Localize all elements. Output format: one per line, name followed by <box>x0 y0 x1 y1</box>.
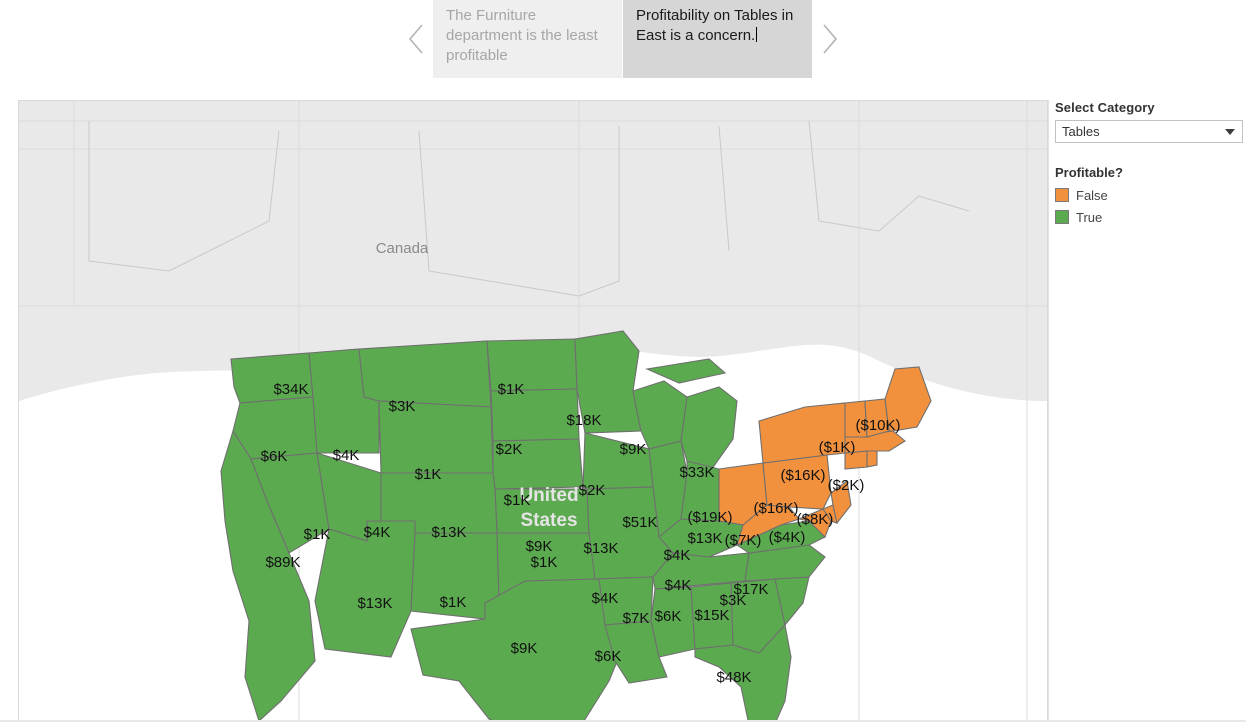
label-michigan: $33K <box>679 464 714 481</box>
story-point-1[interactable]: The Furniture department is the least pr… <box>433 0 623 78</box>
map-canvas: Canada United States $34K $6K $4K $3K $1… <box>19 101 1047 722</box>
label-maine: ($10K) <box>855 417 900 434</box>
story-page: The Furniture department is the least pr… <box>0 0 1246 722</box>
label-south-dakota: $2K <box>496 441 523 458</box>
label-mississippi: $6K <box>655 608 682 625</box>
state-rhode-island <box>866 449 878 468</box>
label-wyoming: $1K <box>415 466 442 483</box>
label-indiana: $13K <box>687 530 722 547</box>
legend-item-true[interactable]: True <box>1055 206 1246 228</box>
label-oklahoma: $1K <box>531 554 558 571</box>
label-north-carolina: $17K <box>733 581 768 598</box>
label-idaho: $4K <box>333 447 360 464</box>
label-oregon: $6K <box>261 448 288 465</box>
label-nebraska: $1K <box>504 492 531 509</box>
label-kansas: $9K <box>526 538 553 555</box>
story-point-2-label: Profitability on Tables in East is a con… <box>636 7 794 44</box>
label-new-mexico: $1K <box>440 594 467 611</box>
label-florida: $48K <box>716 669 751 686</box>
category-dropdown-value: Tables <box>1062 124 1100 139</box>
story-point-2[interactable]: Profitability on Tables in East is a con… <box>623 0 813 78</box>
label-utah: $4K <box>364 524 391 541</box>
text-cursor <box>756 27 758 42</box>
label-tennessee: $4K <box>665 577 692 594</box>
label-alabama: $7K <box>623 610 650 627</box>
label-new-jersey: ($8K) <box>797 511 834 528</box>
label-kentucky: $4K <box>664 547 691 564</box>
label-iowa: $2K <box>579 482 606 499</box>
label-georgia: $15K <box>694 607 729 624</box>
story-next-button[interactable] <box>813 0 847 78</box>
label-north-dakota: $1K <box>498 381 525 398</box>
state-montana <box>358 340 492 408</box>
label-louisiana: $6K <box>595 648 622 665</box>
story-navigation: The Furniture department is the least pr… <box>0 0 1246 86</box>
label-california: $89K <box>265 554 300 571</box>
chevron-down-icon <box>1225 128 1235 135</box>
label-ohio: ($19K) <box>687 509 732 526</box>
dashboard-body: Canada United States $34K $6K $4K $3K $1… <box>0 86 1246 722</box>
story-point-1-label: The Furniture department is the least pr… <box>446 7 598 64</box>
label-minnesota: $18K <box>566 412 601 429</box>
story-prev-button[interactable] <box>399 0 433 78</box>
label-nevada: $1K <box>304 526 331 543</box>
label-arizona: $13K <box>357 595 392 612</box>
legend-label-false: False <box>1076 187 1108 203</box>
label-west-virginia: ($7K) <box>725 532 762 549</box>
legend-swatch-true <box>1055 210 1069 224</box>
choropleth-map[interactable]: Canada United States $34K $6K $4K $3K $1… <box>18 100 1048 722</box>
label-virginia: ($4K) <box>769 529 806 546</box>
label-missouri: $13K <box>583 540 618 557</box>
label-new-york: ($16K) <box>780 467 825 484</box>
label-connecticut: ($2K) <box>828 477 865 494</box>
chevron-left-icon <box>408 24 423 54</box>
legend-title: Profitable? <box>1055 165 1123 180</box>
label-montana: $3K <box>389 398 416 415</box>
legend-swatch-false <box>1055 188 1069 202</box>
legend-item-false[interactable]: False <box>1055 184 1246 206</box>
label-wisconsin: $9K <box>620 441 647 458</box>
label-washington: $34K <box>273 381 308 398</box>
chevron-right-icon <box>823 24 838 54</box>
watermark-states: States <box>520 510 577 531</box>
label-texas: $9K <box>511 640 538 657</box>
filter-panel: Select Category Tables Profitable? False… <box>1055 100 1246 722</box>
story-point-list: The Furniture department is the least pr… <box>433 0 813 78</box>
label-colorado: $13K <box>431 524 466 541</box>
category-dropdown[interactable]: Tables <box>1055 120 1243 143</box>
geo-label-canada: Canada <box>376 240 429 257</box>
label-illinois: $51K <box>622 514 657 531</box>
legend-label-true: True <box>1076 209 1103 225</box>
label-vermont: ($1K) <box>819 439 856 456</box>
label-pennsylvania: ($16K) <box>753 500 798 517</box>
panel-divider <box>1048 100 1049 722</box>
select-category-title: Select Category <box>1055 100 1155 115</box>
label-arkansas: $4K <box>592 590 619 607</box>
